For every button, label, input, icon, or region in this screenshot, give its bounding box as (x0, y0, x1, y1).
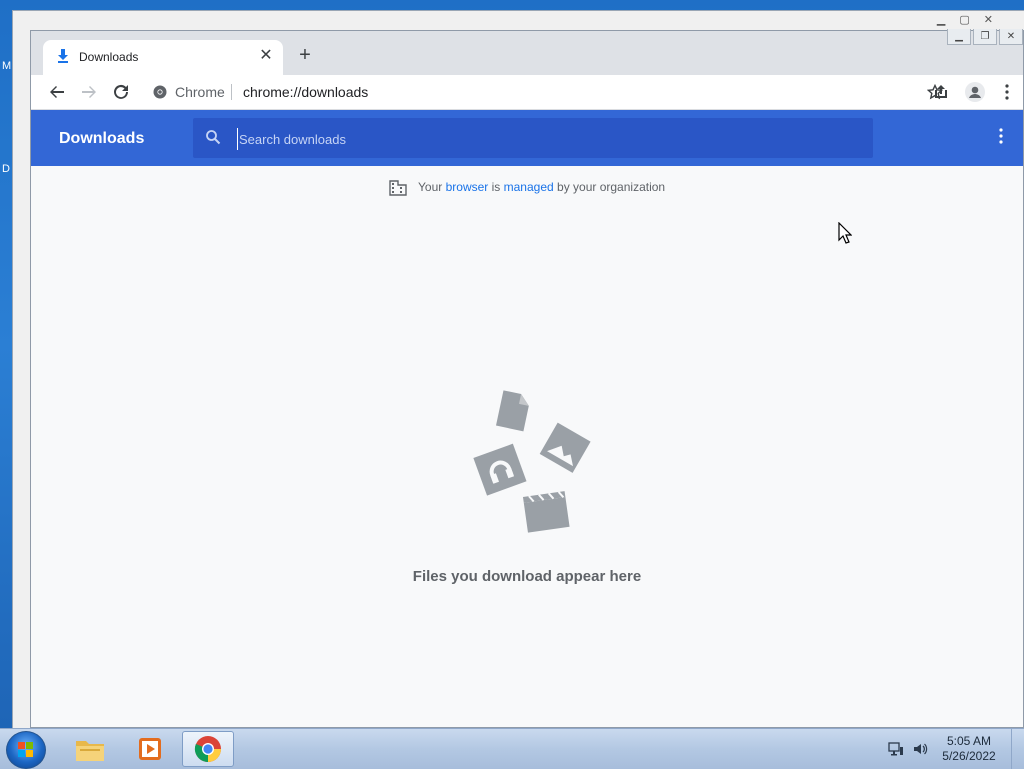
star-icon (927, 84, 943, 100)
downloads-header: Downloads (31, 110, 1023, 166)
mouse-cursor-icon (838, 222, 852, 244)
audio-icon (473, 443, 527, 496)
tab-downloads[interactable]: Downloads ✕ (43, 40, 283, 75)
tab-strip: Downloads ✕ + ▁ ❐ ✕ (31, 29, 1023, 75)
file-explorer-icon (76, 741, 104, 761)
chrome-window: Downloads ✕ + ▁ ❐ ✕ Chrome chrome://down… (30, 29, 1024, 728)
network-icon[interactable] (888, 741, 904, 757)
site-label: Chrome (175, 84, 225, 100)
url-text[interactable]: chrome://downloads (243, 84, 368, 100)
managed-prefix: Your (418, 180, 446, 195)
taskbar-chrome[interactable] (182, 731, 234, 767)
background-window-controls: ▁▢✕ (936, 14, 1007, 26)
downloads-page: Downloads Your browser is managed by you… (31, 110, 1023, 727)
chrome-site-icon (153, 85, 167, 99)
search-box[interactable] (193, 118, 873, 158)
desktop-icon-label[interactable]: D (2, 163, 10, 175)
maximize-button[interactable]: ❐ (973, 29, 997, 45)
search-icon[interactable] (205, 129, 221, 145)
image-icon (539, 422, 591, 473)
taskbar: 5:05 AM 5/26/2022 (0, 728, 1024, 769)
volume-icon[interactable] (912, 741, 928, 757)
windows-logo-icon (18, 742, 33, 757)
browser-menu-button[interactable] (995, 80, 1019, 104)
bookmark-button[interactable] (923, 80, 947, 104)
close-tab-icon[interactable]: ✕ (257, 47, 275, 65)
window-controls: ▁ ❐ ✕ (945, 29, 1023, 49)
desktop-icon-label[interactable]: M (2, 60, 11, 72)
back-button[interactable] (45, 80, 69, 104)
forward-arrow-icon (82, 86, 96, 98)
show-desktop-button[interactable] (1011, 729, 1024, 769)
chrome-icon (194, 736, 221, 763)
back-arrow-icon (50, 86, 64, 98)
close-window-button[interactable]: ✕ (999, 29, 1023, 45)
system-tray (888, 741, 928, 757)
managed-link[interactable]: managed (504, 180, 554, 194)
browser-toolbar: Chrome chrome://downloads (31, 75, 1023, 110)
avatar-icon (965, 82, 985, 102)
reload-button[interactable] (109, 80, 133, 104)
kebab-menu-icon (1005, 84, 1009, 100)
taskbar-media-player[interactable] (124, 731, 176, 767)
profile-button[interactable] (963, 80, 987, 104)
video-icon (522, 491, 570, 533)
media-player-icon (139, 738, 161, 760)
minimize-button[interactable]: ▁ (947, 29, 971, 45)
new-tab-button[interactable]: + (295, 45, 315, 65)
address-bar[interactable]: Chrome chrome://downloads (143, 78, 983, 106)
tab-title: Downloads (79, 50, 139, 64)
system-clock[interactable]: 5:05 AM 5/26/2022 (934, 734, 1004, 764)
start-button[interactable] (6, 731, 46, 769)
page-title: Downloads (59, 130, 145, 147)
reload-icon (114, 84, 128, 99)
building-icon (389, 180, 407, 196)
document-icon (496, 390, 529, 432)
forward-button[interactable] (77, 80, 101, 104)
address-separator (231, 84, 232, 100)
empty-downloads-illustration (473, 390, 591, 533)
search-input[interactable] (237, 128, 841, 150)
download-icon (58, 49, 68, 63)
clock-time: 5:05 AM (946, 734, 992, 748)
managed-notice: Your browser is managed by your organiza… (31, 180, 1023, 196)
empty-state-message: Files you download appear here (412, 568, 642, 585)
managed-suffix: by your organization (553, 180, 666, 195)
downloads-menu-icon[interactable] (999, 128, 1003, 144)
browser-link[interactable]: browser (446, 180, 489, 194)
clock-date: 5/26/2022 (942, 749, 996, 763)
taskbar-file-explorer[interactable] (64, 731, 116, 767)
managed-middle: is (488, 180, 504, 195)
